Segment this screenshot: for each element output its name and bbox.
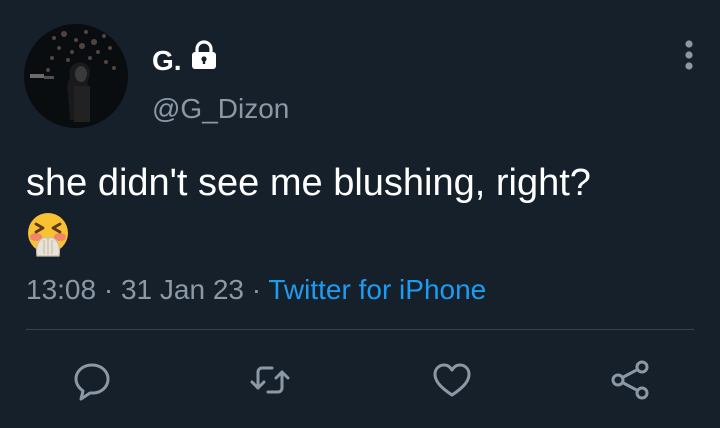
- tweet-time[interactable]: 13:08: [26, 274, 96, 305]
- reply-icon: [74, 363, 110, 401]
- tweet-source-link[interactable]: Twitter for iPhone: [268, 274, 486, 305]
- reply-button[interactable]: [70, 358, 114, 402]
- lock-icon: [192, 40, 216, 69]
- meta-separator: ·: [103, 274, 114, 305]
- tweet-text: she didn't see me blushing, right?: [26, 162, 591, 204]
- display-name[interactable]: G.: [152, 44, 182, 78]
- share-button[interactable]: [608, 358, 652, 402]
- like-button[interactable]: [430, 358, 474, 402]
- tweet-date[interactable]: 31 Jan 23: [121, 274, 244, 305]
- more-options-button[interactable]: [680, 38, 698, 72]
- tweet-meta: 13:08 · 31 Jan 23 · Twitter for iPhone: [26, 272, 486, 308]
- share-icon: [611, 360, 649, 400]
- vertical-ellipsis-icon: [685, 40, 693, 70]
- divider: [26, 329, 694, 330]
- like-icon: [433, 363, 471, 397]
- retweet-icon: [250, 366, 290, 394]
- avatar[interactable]: [24, 24, 128, 128]
- meta-separator: ·: [251, 274, 262, 305]
- blushing-face-emoji-icon: [28, 213, 68, 257]
- retweet-button[interactable]: [248, 358, 292, 402]
- avatar-image: [24, 24, 128, 128]
- user-handle[interactable]: @G_Dizon: [152, 92, 289, 126]
